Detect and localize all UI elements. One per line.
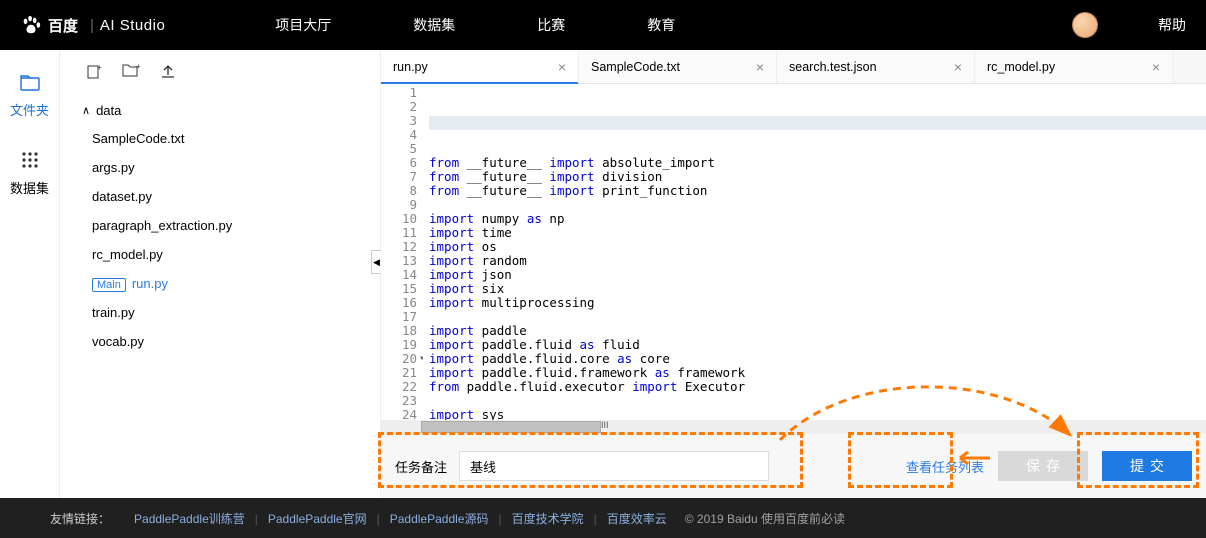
horizontal-scrollbar[interactable]: III: [381, 420, 1206, 434]
main: 文件夹 数据集 + + ∧ data SampleCode.txt args.p…: [0, 50, 1206, 498]
close-icon[interactable]: ×: [954, 59, 962, 75]
footer-label: 友情链接：: [50, 510, 110, 527]
view-task-list-link[interactable]: 查看任务列表: [906, 457, 984, 476]
avatar[interactable]: [1072, 12, 1098, 38]
nav-competitions[interactable]: 比赛: [537, 15, 565, 35]
tab-searchjson[interactable]: search.test.json ×: [777, 50, 975, 83]
footer-copyright: © 2019 Baidu 使用百度前必读: [685, 510, 845, 527]
scrollbar-grip-icon: III: [601, 420, 609, 430]
tree-main-file-label: run.py: [132, 276, 168, 291]
tree-file[interactable]: train.py: [78, 298, 362, 327]
tab-runpy[interactable]: run.py ×: [381, 50, 579, 83]
tree-file[interactable]: dataset.py: [78, 182, 362, 211]
footer-links: PaddlePaddle训练营|PaddlePaddle官网|PaddlePad…: [130, 510, 671, 527]
tree-file[interactable]: rc_model.py: [78, 240, 362, 269]
save-button[interactable]: 保存: [998, 451, 1088, 481]
sidebar-tab-datasets-label: 数据集: [10, 181, 49, 196]
main-badge: Main: [92, 278, 126, 292]
caret-icon: ∧: [82, 104, 90, 117]
line-highlight: [429, 116, 1206, 130]
logo[interactable]: 百度 | AI Studio: [20, 14, 165, 36]
tab-rcmodel[interactable]: rc_model.py ×: [975, 50, 1173, 83]
task-note-input[interactable]: [459, 451, 769, 481]
tree-file[interactable]: paragraph_extraction.py: [78, 211, 362, 240]
footer-link[interactable]: PaddlePaddle训练营: [134, 512, 245, 526]
tree-file[interactable]: args.py: [78, 153, 362, 182]
left-sidebar: 文件夹 数据集: [0, 50, 60, 498]
footer-link[interactable]: 百度效率云: [607, 512, 667, 526]
task-bar: 任务备注 查看任务列表 保存 提交: [381, 434, 1206, 498]
help-link[interactable]: 帮助: [1158, 15, 1186, 35]
tree-folder-data[interactable]: ∧ data: [78, 97, 362, 124]
tree-folder-label: data: [96, 103, 121, 118]
close-icon[interactable]: ×: [558, 59, 566, 75]
tree-file-main[interactable]: Main run.py: [78, 269, 362, 298]
nav-education[interactable]: 教育: [647, 15, 675, 35]
footer-link[interactable]: 百度技术学院: [512, 512, 584, 526]
tab-label: rc_model.py: [987, 60, 1055, 74]
footer: 友情链接： PaddlePaddle训练营|PaddlePaddle官网|Pad…: [0, 498, 1206, 538]
tree-file[interactable]: SampleCode.txt: [78, 124, 362, 153]
close-icon[interactable]: ×: [1152, 59, 1160, 75]
sidebar-tab-datasets[interactable]: 数据集: [0, 151, 59, 197]
file-toolbar: + +: [86, 64, 362, 83]
top-nav: 项目大厅 数据集 比赛 教育: [275, 15, 757, 35]
scrollbar-thumb[interactable]: [421, 421, 601, 433]
new-file-icon[interactable]: +: [86, 64, 102, 83]
close-icon[interactable]: ×: [756, 59, 764, 75]
new-folder-icon[interactable]: +: [122, 64, 140, 83]
svg-text:+: +: [97, 64, 102, 72]
tab-samplecode[interactable]: SampleCode.txt ×: [579, 50, 777, 83]
task-note-label: 任务备注: [395, 457, 447, 476]
editor-tabs: run.py × SampleCode.txt × search.test.json…: [381, 50, 1206, 84]
footer-link[interactable]: PaddlePaddle源码: [390, 512, 489, 526]
baidu-paw-icon: [20, 14, 42, 36]
line-gutter: 1234567891011121314151617181920▾21222324: [381, 84, 423, 420]
logo-product: AI Studio: [100, 17, 165, 34]
nav-projects[interactable]: 项目大厅: [275, 15, 331, 35]
tab-label: run.py: [393, 60, 428, 74]
logo-divider: |: [90, 17, 94, 34]
dataset-icon: [0, 151, 59, 172]
logo-text: 百度: [48, 15, 78, 36]
tree-file[interactable]: vocab.py: [78, 327, 362, 356]
collapse-handle[interactable]: ◀: [371, 250, 381, 274]
topbar: 百度 | AI Studio 项目大厅 数据集 比赛 教育 帮助: [0, 0, 1206, 50]
footer-link[interactable]: PaddlePaddle官网: [268, 512, 367, 526]
nav-datasets[interactable]: 数据集: [413, 15, 455, 35]
topbar-right: 帮助: [1072, 12, 1186, 38]
svg-text:+: +: [136, 64, 140, 71]
upload-icon[interactable]: [160, 64, 176, 83]
sidebar-tab-files[interactable]: 文件夹: [0, 75, 59, 119]
code-editor[interactable]: 1234567891011121314151617181920▾21222324…: [381, 84, 1206, 420]
code-content[interactable]: from __future__ import absolute_importfr…: [423, 84, 1206, 420]
tab-label: SampleCode.txt: [591, 60, 680, 74]
file-explorer: + + ∧ data SampleCode.txt args.py datase…: [60, 50, 380, 498]
task-bar-actions: 查看任务列表 保存 提交: [906, 451, 1192, 481]
folder-icon: [0, 75, 59, 94]
sidebar-tab-files-label: 文件夹: [10, 103, 49, 118]
editor-area: ◀ run.py× SampleCode.txt× search.test.js…: [380, 50, 1206, 498]
tab-label: search.test.json: [789, 60, 877, 74]
submit-button[interactable]: 提交: [1102, 451, 1192, 481]
file-tree: ∧ data SampleCode.txt args.py dataset.py…: [78, 97, 362, 356]
